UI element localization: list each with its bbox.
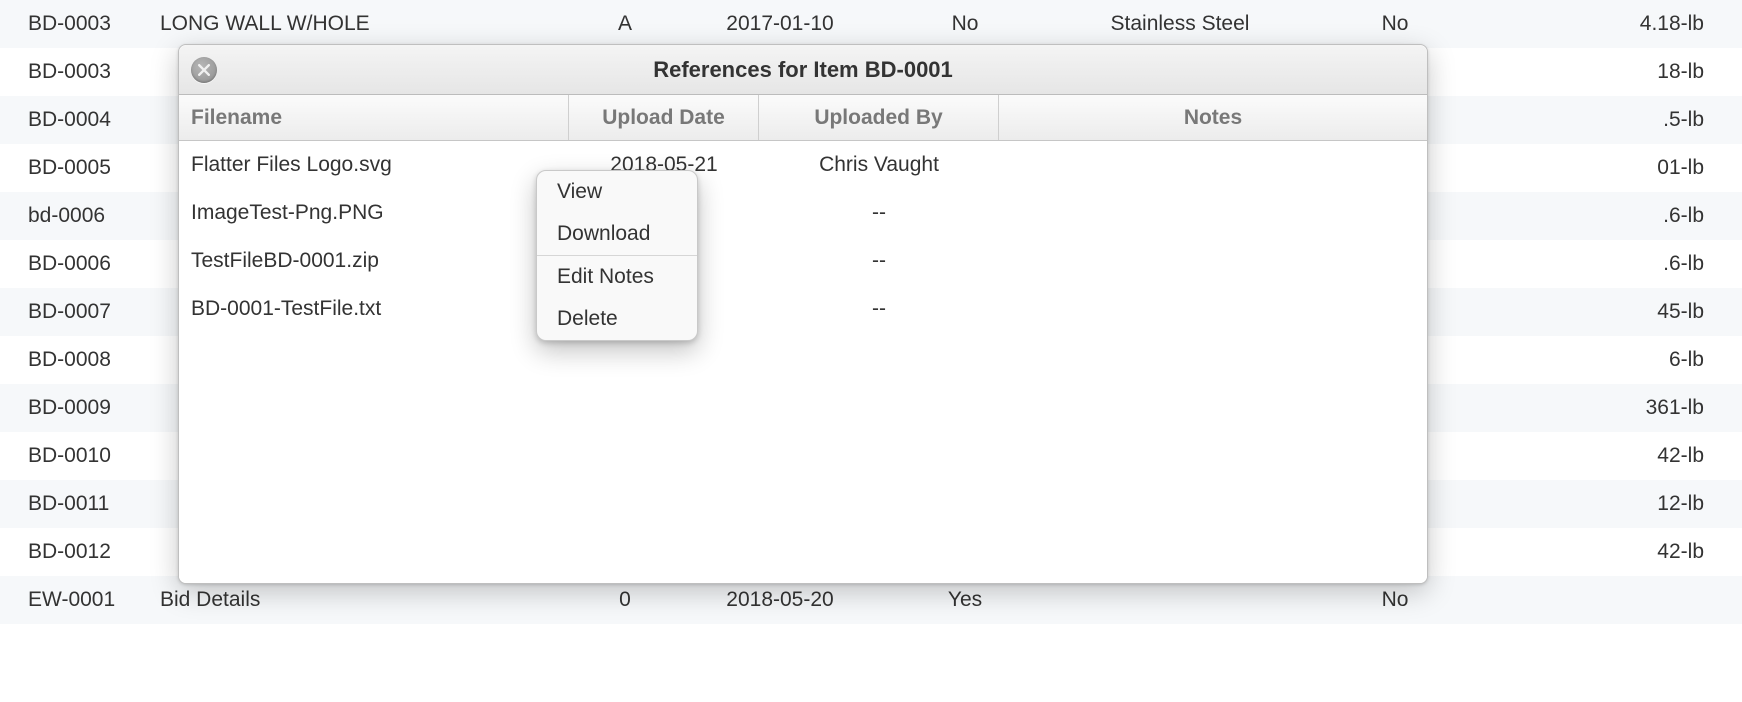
item-flag2-cell: No [1320,12,1470,36]
item-name-cell: LONG WALL W/HOLE [160,12,580,36]
references-dialog: References for Item BD-0001 Filename Upl… [178,44,1428,584]
item-id-cell: BD-0006 [0,252,160,276]
table-row[interactable]: BD-0003LONG WALL W/HOLEA2017-01-10NoStai… [0,0,1742,48]
item-weight-cell: 42-lb [1470,444,1742,468]
reference-uploaded-by-cell: -- [759,249,999,273]
item-weight-cell: .6-lb [1470,252,1742,276]
references-column-headers: Filename Upload Date Uploaded By Notes [179,95,1427,141]
column-header-notes[interactable]: Notes [999,95,1427,140]
column-header-uploaded-by[interactable]: Uploaded By [759,95,999,140]
item-weight-cell: .6-lb [1470,204,1742,228]
item-id-cell: BD-0010 [0,444,160,468]
item-id-cell: BD-0009 [0,396,160,420]
dialog-titlebar: References for Item BD-0001 [179,45,1427,95]
item-rev-cell: A [580,12,670,36]
item-name-cell: Bid Details [160,588,580,612]
item-id-cell: BD-0004 [0,108,160,132]
reference-row[interactable]: Flatter Files Logo.svg2018-05-21Chris Va… [179,141,1427,189]
column-header-filename[interactable]: Filename [179,95,569,140]
reference-filename-cell: ImageTest-Png.PNG [179,201,569,225]
item-weight-cell: 361-lb [1470,396,1742,420]
reference-filename-cell: BD-0001-TestFile.txt [179,297,569,321]
reference-row[interactable]: BD-0001-TestFile.txt-20-- [179,285,1427,333]
item-weight-cell: 12-lb [1470,492,1742,516]
reference-filename-cell: Flatter Files Logo.svg [179,153,569,177]
menu-item-download[interactable]: Download [537,213,697,255]
item-id-cell: BD-0003 [0,12,160,36]
item-material-cell: Stainless Steel [1040,12,1320,36]
context-menu: View Download Edit Notes Delete [536,170,698,341]
reference-row[interactable]: TestFileBD-0001.zip-20-- [179,237,1427,285]
item-flag1-cell: No [890,12,1040,36]
item-rev-cell: 0 [580,588,670,612]
item-date-cell: 2018-05-20 [670,588,890,612]
item-flag1-cell: Yes [890,588,1040,612]
column-header-upload-date[interactable]: Upload Date [569,95,759,140]
reference-row[interactable]: ImageTest-Png.PNG-20-- [179,189,1427,237]
menu-item-delete[interactable]: Delete [537,298,697,340]
item-weight-cell: 18-lb [1470,60,1742,84]
item-date-cell: 2017-01-10 [670,12,890,36]
item-weight-cell: 6-lb [1470,348,1742,372]
item-id-cell: BD-0011 [0,492,160,516]
item-id-cell: BD-0005 [0,156,160,180]
item-id-cell: BD-0007 [0,300,160,324]
item-id-cell: BD-0012 [0,540,160,564]
dialog-title: References for Item BD-0001 [179,57,1427,83]
item-weight-cell: 4.18-lb [1470,12,1742,36]
item-id-cell: BD-0008 [0,348,160,372]
reference-uploaded-by-cell: -- [759,297,999,321]
item-flag2-cell: No [1320,588,1470,612]
item-id-cell: BD-0003 [0,60,160,84]
item-weight-cell: .5-lb [1470,108,1742,132]
reference-uploaded-by-cell: -- [759,201,999,225]
reference-filename-cell: TestFileBD-0001.zip [179,249,569,273]
close-icon [198,64,210,76]
references-body: Flatter Files Logo.svg2018-05-21Chris Va… [179,141,1427,583]
item-id-cell: EW-0001 [0,588,160,612]
close-button[interactable] [191,57,217,83]
item-id-cell: bd-0006 [0,204,160,228]
menu-item-view[interactable]: View [537,171,697,213]
reference-uploaded-by-cell: Chris Vaught [759,153,999,177]
item-weight-cell: 45-lb [1470,300,1742,324]
item-weight-cell: 42-lb [1470,540,1742,564]
menu-item-edit-notes[interactable]: Edit Notes [537,256,697,298]
item-weight-cell: 01-lb [1470,156,1742,180]
